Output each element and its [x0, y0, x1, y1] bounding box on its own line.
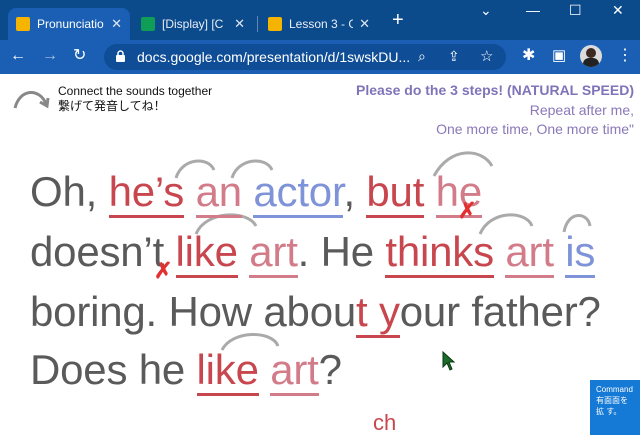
linked-word: like [196, 346, 259, 396]
plain-text: our father? [399, 288, 601, 335]
instruction-line: One more time, One more time" [436, 121, 634, 137]
close-icon[interactable]: ✕ [359, 16, 370, 32]
linked-word: he’s [108, 168, 184, 218]
linked-word: t y [356, 288, 400, 338]
plain-text: ? [318, 346, 342, 393]
slides-icon [16, 17, 30, 31]
lock-icon [116, 50, 125, 62]
sheets-icon [141, 17, 155, 31]
plain-text: , [343, 168, 367, 215]
close-icon[interactable]: ✕ [234, 16, 245, 32]
tab-title: Lesson 3 - G [289, 17, 354, 31]
sentence-line-1: Oh, he’s an actor, but he [30, 168, 482, 218]
browser-tab-bar: Pronunciatio ✕ [Display] [C ✕ Lesson 3 -… [0, 0, 640, 40]
linked-word: thinks [385, 228, 494, 278]
maximize-icon[interactable]: ☐ [569, 2, 582, 19]
instruction-line: Repeat after me, [529, 102, 634, 118]
tab-search-icon[interactable]: ⌄ [480, 2, 492, 19]
mouse-pointer-icon [442, 351, 456, 371]
zoom-icon[interactable]: ⌕ [418, 48, 426, 65]
menu-icon[interactable]: ⋮ [617, 47, 633, 65]
plain-text: Oh, [30, 168, 109, 215]
close-icon[interactable]: ✕ [111, 16, 122, 32]
bookmark-star-icon[interactable]: ☆ [480, 47, 493, 65]
tab-pronunciation[interactable]: Pronunciatio ✕ [8, 8, 130, 40]
instruction-title: Please do the 3 steps! (NATURAL SPEED) [356, 82, 634, 98]
sentence-line-3: boring. How about your father? [30, 288, 601, 338]
avatar[interactable] [580, 45, 602, 67]
linked-word: like [175, 228, 238, 278]
tab-title: [Display] [C [162, 17, 224, 31]
minimize-icon[interactable]: — [526, 2, 540, 18]
sound-note: ch [373, 410, 397, 435]
url-text: docs.google.com/presentation/d/1swskDU..… [137, 49, 411, 65]
plain-text: Does he [30, 346, 197, 393]
hint-english: Connect the sounds together [58, 84, 213, 98]
plain-text: doesn’t [30, 228, 165, 275]
tab-title: Pronunciatio [37, 17, 104, 31]
command-overlay: Command 有面面を拡 す。 [590, 380, 640, 435]
plain-text: . He [297, 228, 386, 275]
tab-separator [257, 16, 258, 32]
sentence-line-4: Does he like art? [30, 346, 342, 396]
slide-canvas: Connect the sounds together 繋げて発音してね！ Pl… [0, 74, 640, 435]
tab-lesson-3[interactable]: Lesson 3 - G ✕ [260, 8, 378, 40]
reload-icon[interactable]: ↻ [73, 47, 86, 65]
linked-word: art [270, 346, 319, 396]
share-icon[interactable]: ⇪ [448, 48, 460, 65]
linked-word: actor [253, 168, 344, 218]
new-tab-button[interactable]: + [392, 10, 404, 30]
back-icon[interactable]: ← [10, 47, 26, 65]
linked-word: is [565, 228, 595, 278]
window-close-icon[interactable]: ✕ [612, 2, 624, 19]
cross-mark: ✗ [154, 258, 173, 283]
side-panel-icon[interactable]: ▣ [552, 47, 566, 65]
curved-arrow-icon [13, 91, 50, 109]
hint-japanese: 繋げて発音してね！ [58, 99, 166, 113]
address-bar[interactable]: docs.google.com/presentation/d/1swskDU..… [104, 44, 506, 70]
cross-mark: ✗ [458, 198, 477, 223]
linked-word: art [249, 228, 298, 278]
plain-text: boring. How abou [30, 288, 357, 335]
linked-word: but [366, 168, 424, 218]
extensions-icon[interactable]: ✱ [522, 47, 535, 65]
forward-icon[interactable]: → [42, 47, 58, 65]
slides-icon [268, 17, 282, 31]
tab-display[interactable]: [Display] [C ✕ [133, 8, 253, 40]
linked-word: art [505, 228, 554, 278]
sentence-line-2: doesn’t like art. He thinks art is [30, 228, 595, 278]
linked-word: an [195, 168, 242, 218]
